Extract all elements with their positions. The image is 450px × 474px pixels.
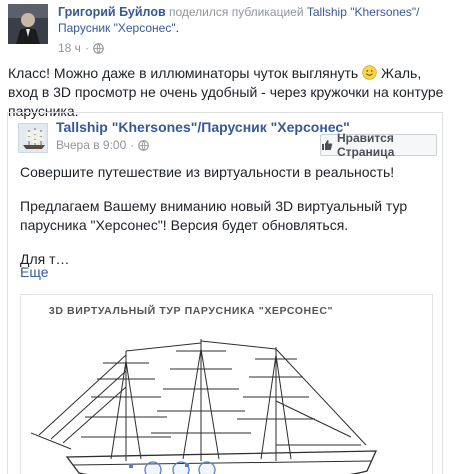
thumbs-up-icon	[321, 139, 333, 151]
globe-icon	[138, 139, 150, 151]
avatar[interactable]	[8, 4, 48, 44]
ship-drawing	[31, 339, 378, 474]
smile-icon	[362, 65, 377, 80]
author-name[interactable]: Григорий Буйлов	[58, 5, 166, 19]
shared-post-meta: Вчера в 9:00 ·	[56, 138, 150, 152]
post-header-text: Григорий Буйлов поделился публикацией Ta…	[58, 5, 420, 35]
see-more-link[interactable]: Еще	[20, 264, 49, 280]
like-page-button[interactable]: Нравится Страница	[320, 131, 437, 159]
shared-verb: поделился публикацией	[168, 5, 304, 19]
shared-page-name[interactable]: Tallship "Khersones"/Парусник "Херсонес"	[56, 119, 350, 135]
post-body-text: Класс! Можно даже в иллюминаторы чуток в…	[8, 65, 359, 81]
shared-post: Tallship "Khersones"/Парусник "Херсонес"…	[7, 112, 443, 474]
shared-paragraph-2: Предлагаем Вашему вниманию новый 3D вирт…	[20, 198, 408, 233]
post-header: Григорий Буйлов поделился публикацией Ta…	[8, 4, 442, 56]
globe-icon	[93, 42, 104, 54]
tour-banner-image[interactable]: 3D ВИРТУАЛЬНЫЙ ТУР ПАРУСНИКА "ХЕРСОНЕС"	[20, 294, 433, 474]
like-page-label: Нравится Страница	[337, 131, 395, 159]
post-meta: 18 ч ·	[58, 41, 104, 55]
shared-post-time[interactable]: Вчера в 9:00	[56, 138, 126, 152]
banner-title: 3D ВИРТУАЛЬНЫЙ ТУР ПАРУСНИКА "ХЕРСОНЕС"	[48, 305, 334, 317]
shared-paragraph-1: Совершите путешествие из виртуальности в…	[20, 164, 395, 180]
shared-paragraph-3: Для т…	[20, 251, 70, 267]
shared-post-body: Совершите путешествие из виртуальности в…	[20, 163, 435, 284]
ship-icon[interactable]	[18, 123, 48, 153]
post-timestamp[interactable]: 18 ч	[58, 41, 81, 55]
